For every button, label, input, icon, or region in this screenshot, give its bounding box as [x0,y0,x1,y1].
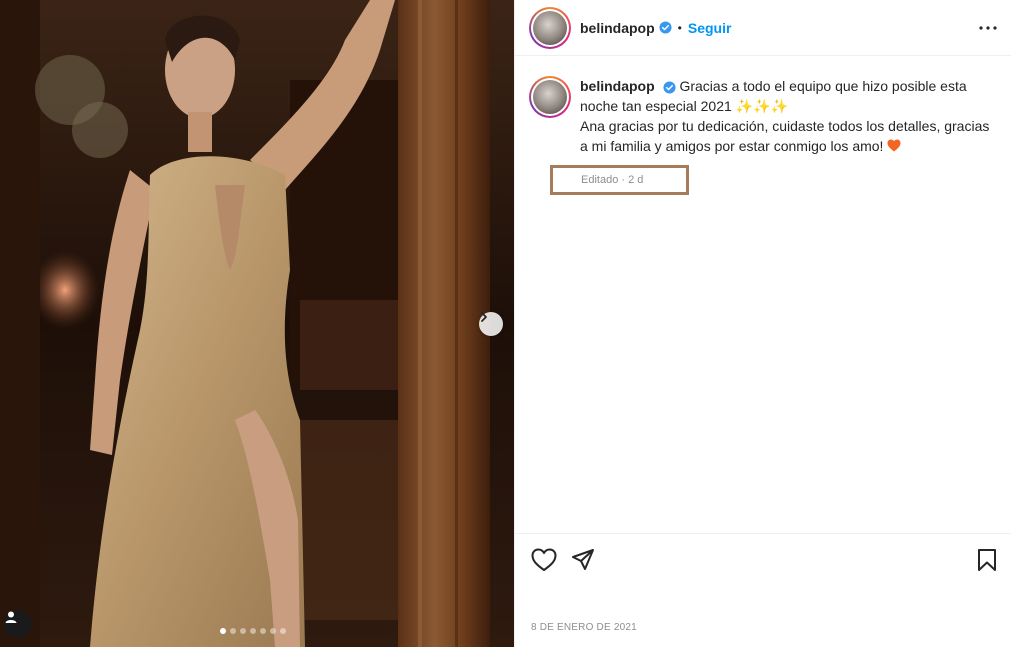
caption-username-link[interactable]: belindapop [580,78,655,94]
post-header: belindapop • Seguir [515,0,1011,56]
user-tag-icon [5,611,17,623]
orange-heart-icon [887,137,901,157]
more-options-icon[interactable] [979,25,997,30]
carousel-dot [240,628,246,634]
heart-icon[interactable] [531,548,557,577]
verified-badge-icon [663,81,676,94]
carousel-dot [250,628,256,634]
post-date: 8 DE ENERO DE 2021 [531,622,637,633]
carousel-dot [260,628,266,634]
next-photo-button[interactable] [479,312,503,336]
verified-badge-icon [659,21,672,34]
carousel-indicator [220,628,286,634]
caption-text: belindapop Gracias a todo el equipo que … [580,76,1001,157]
tagged-users-button[interactable] [4,610,32,638]
post-caption: belindapop Gracias a todo el equipo que … [529,76,1001,157]
caption-line-2: Ana gracias por tu dedicación, cuidaste … [580,118,990,154]
carousel-dot [280,628,286,634]
bookmark-icon[interactable] [977,548,997,577]
post-actions [515,533,1011,589]
username-link[interactable]: belindapop [580,20,655,36]
carousel-dot [220,628,226,634]
carousel-dot [270,628,276,634]
edited-label: Editado · 2 d [581,174,644,186]
chevron-right-icon [481,312,487,322]
separator-dot: • [677,20,682,35]
carousel-dot [230,628,236,634]
avatar[interactable] [529,6,571,49]
follow-button[interactable]: Seguir [688,20,732,36]
post-side-panel: belindapop • Seguir belindapop Gracias a… [514,0,1011,647]
post-photo [0,0,514,647]
caption-avatar[interactable] [529,76,571,118]
edited-timestamp: Editado · 2 d [550,165,689,195]
photo-illustration [0,0,514,647]
send-icon[interactable] [571,548,595,577]
